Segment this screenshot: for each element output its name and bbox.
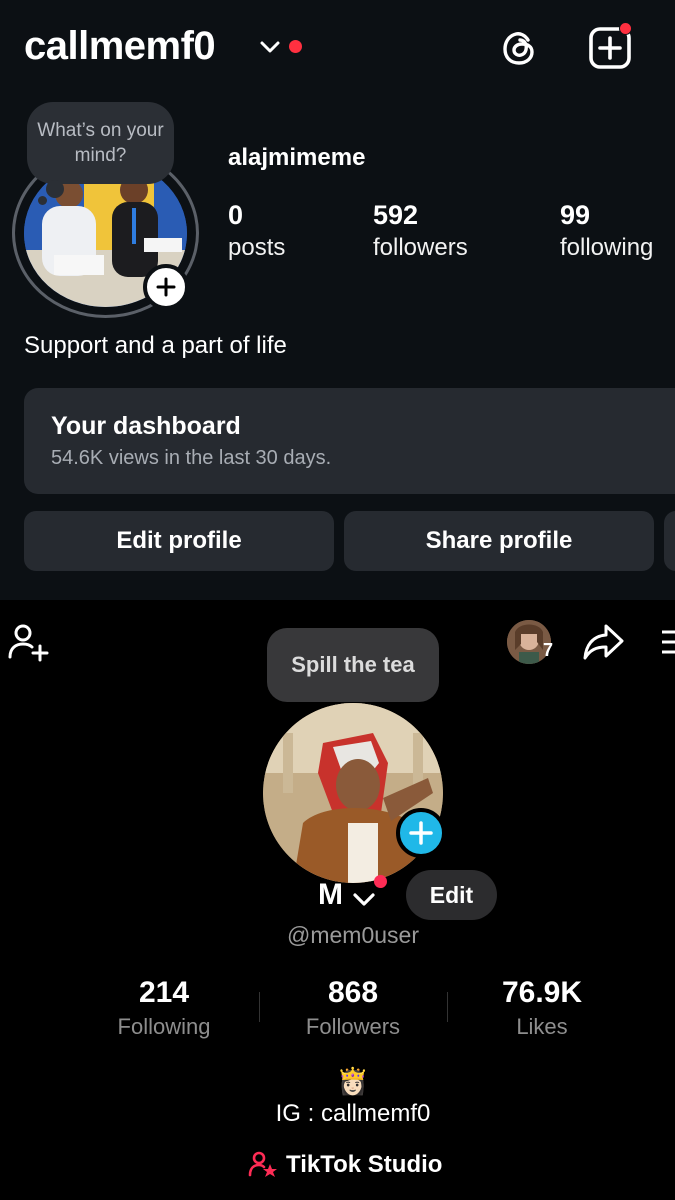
followers-stat[interactable]: 868 Followers	[253, 974, 453, 1042]
tiktok-studio-icon	[248, 1151, 277, 1177]
notification-dot	[289, 40, 302, 53]
stat-value: 0	[228, 200, 244, 230]
plus-icon	[409, 821, 433, 845]
tiktok-studio-label: TikTok Studio	[286, 1151, 443, 1178]
display-name: alajmimeme	[228, 144, 366, 171]
notification-dot	[374, 875, 387, 888]
add-story-button[interactable]	[143, 264, 189, 310]
stat-value: 76.9K	[501, 976, 583, 1009]
stat-label: Following	[117, 1014, 211, 1039]
create-notification-dot	[619, 22, 632, 35]
stat-label: Followers	[305, 1014, 401, 1039]
posts-stat[interactable]: 0 posts	[228, 198, 285, 264]
stat-value: 99	[560, 200, 591, 230]
edit-profile-button[interactable]: Edit profile	[24, 511, 334, 571]
menu-icon[interactable]	[660, 628, 675, 656]
following-stat[interactable]: 99 following	[560, 198, 653, 264]
dashboard-subtitle: 54.6K views in the last 30 days.	[51, 447, 332, 469]
note-bubble-tail-small	[38, 196, 47, 205]
edit-button[interactable]: Edit	[406, 870, 497, 920]
stat-value: 868	[327, 976, 379, 1009]
discover-people-button[interactable]	[664, 511, 675, 571]
chevron-down-icon[interactable]	[259, 38, 281, 56]
stat-value: 592	[373, 200, 419, 230]
share-profile-button[interactable]: Share profile	[344, 511, 654, 571]
followers-stat[interactable]: 592 followers	[373, 198, 468, 264]
profile-name[interactable]: M	[318, 878, 343, 912]
bio-text: Support and a part of life	[24, 332, 287, 359]
bio-text: IG : callmemf0	[275, 1100, 431, 1127]
stat-label: Likes	[516, 1014, 568, 1039]
dashboard-title: Your dashboard	[51, 412, 241, 440]
stat-value: 214	[138, 976, 190, 1009]
username-handle: @mem0user	[287, 922, 419, 948]
likes-stat[interactable]: 76.9K Likes	[442, 974, 642, 1042]
note-bubble[interactable]: Spill the tea	[267, 628, 439, 702]
add-user-icon[interactable]	[6, 620, 50, 664]
add-story-button[interactable]	[396, 808, 446, 858]
share-icon[interactable]	[580, 620, 626, 664]
friend-count: 7	[543, 640, 554, 660]
plus-icon	[156, 277, 176, 297]
chevron-down-icon[interactable]	[352, 890, 376, 908]
stat-label: following	[560, 234, 654, 261]
tiktok-studio-link[interactable]: TikTok Studio	[248, 1150, 442, 1180]
stat-label: posts	[228, 234, 286, 261]
dashboard-card[interactable]: Your dashboard 54.6K views in the last 3…	[24, 388, 675, 494]
note-bubble-tail	[46, 180, 64, 198]
following-stat[interactable]: 214 Following	[64, 974, 264, 1042]
tiktok-profile-section: 7 Spill the tea M Edit @mem0user 214 Fol…	[0, 600, 675, 1200]
account-username[interactable]: callmemf0	[24, 24, 216, 69]
stat-label: followers	[373, 234, 468, 261]
bio-emoji: 👸🏻	[336, 1066, 370, 1096]
note-bubble[interactable]: What’s on your mind?	[27, 102, 174, 184]
instagram-profile-section: callmemf0 What’s on your mind? alajmimem…	[0, 0, 675, 600]
threads-icon[interactable]	[498, 26, 542, 70]
